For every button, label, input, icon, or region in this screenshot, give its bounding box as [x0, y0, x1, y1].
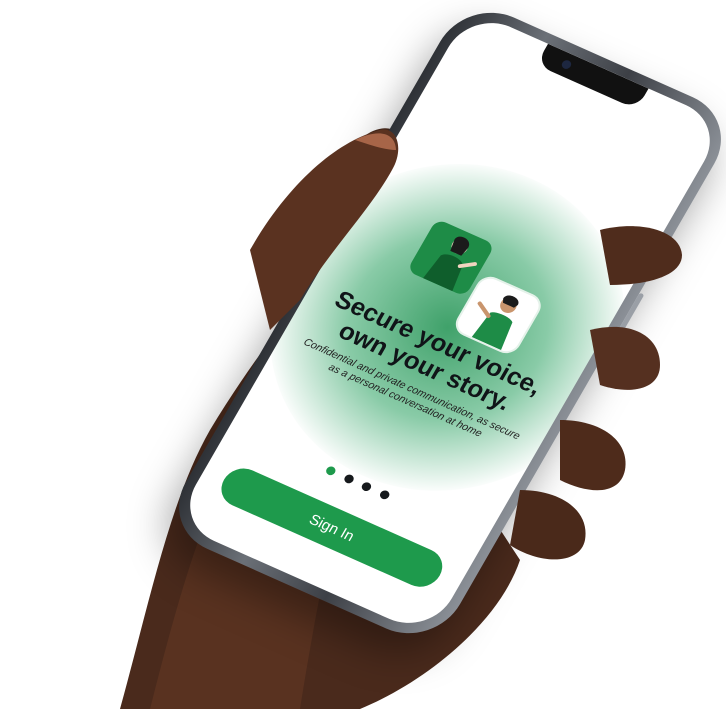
marketing-hero: Secure your voice, own your story. Confi… [0, 0, 726, 709]
hand-fingers [250, 129, 682, 560]
